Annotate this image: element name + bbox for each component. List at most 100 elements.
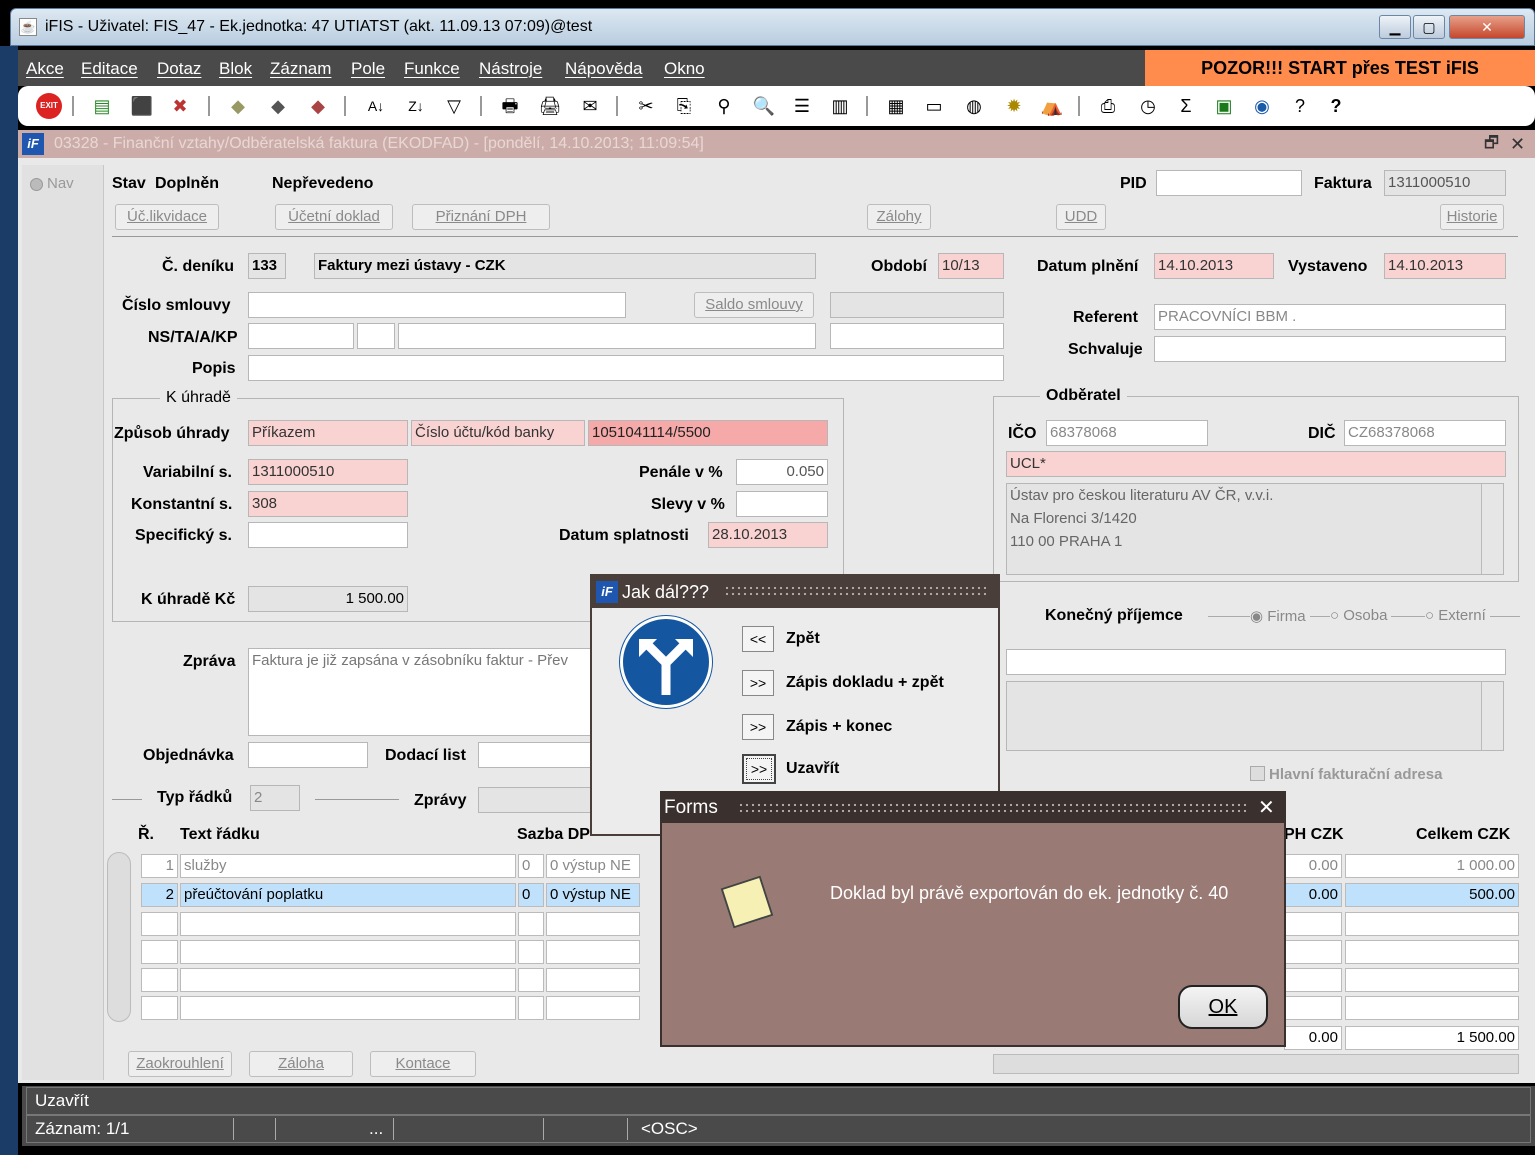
internet-icon[interactable]: ◉ (1250, 94, 1274, 118)
cislo-smlouvy-input[interactable] (248, 292, 626, 318)
delete-record-icon[interactable]: ✖ (168, 94, 192, 118)
zpravy-input[interactable] (478, 787, 592, 813)
kontace-button[interactable]: Kontace (370, 1051, 476, 1077)
close-button[interactable]: ✕ (1449, 15, 1525, 39)
menu-akce[interactable]: Akce (26, 59, 64, 79)
konstantni-input[interactable]: 308 (248, 491, 408, 517)
settings-icon[interactable]: ✹ (1002, 94, 1026, 118)
help-topic-icon[interactable]: ? (1288, 94, 1312, 118)
popis-input[interactable] (248, 355, 1004, 381)
ico-input[interactable]: 68378068 (1046, 420, 1208, 446)
document-icon[interactable]: ▭ (922, 94, 946, 118)
sum-icon[interactable]: Σ (1174, 94, 1198, 118)
zaokrouhleni-button[interactable]: Zaokrouhlení (128, 1051, 232, 1077)
cut-icon[interactable]: ✂ (634, 94, 658, 118)
historie-button[interactable]: Historie (1440, 204, 1504, 230)
zpet-option[interactable]: << Zpět (742, 626, 982, 656)
columns-icon[interactable]: ▥ (828, 94, 852, 118)
zapis-konec-option[interactable]: >> Zápis + konec (742, 714, 982, 744)
building-icon[interactable]: ▦ (884, 94, 908, 118)
restore-icon[interactable]: 🗗 (1484, 130, 1499, 158)
find-icon[interactable]: ⚲ (712, 94, 736, 118)
row-sazba[interactable]: 0 (518, 883, 544, 907)
query-cancel-icon[interactable]: ◆ (306, 94, 330, 118)
insert-record-icon[interactable]: ▤ (90, 94, 114, 118)
menu-okno[interactable]: Okno (664, 59, 705, 79)
obdobi-input[interactable]: 10/13 (938, 253, 1004, 279)
nav-radio-icon[interactable] (30, 178, 43, 191)
ns-extra-input[interactable] (830, 323, 1004, 349)
menu-nastroje[interactable]: Nástroje (479, 59, 542, 79)
menu-zaznam[interactable]: Záznam (270, 59, 331, 79)
exit-icon[interactable]: EXIT (36, 93, 62, 119)
hlavni-checkbox[interactable] (1250, 766, 1265, 781)
zapis-konec-button[interactable]: >> (742, 714, 774, 740)
form-close-icon[interactable]: ✕ (1510, 130, 1525, 158)
menu-pole[interactable]: Pole (351, 59, 385, 79)
uc-likvidace-button[interactable]: Úč.likvidace (115, 204, 219, 230)
firma-radio[interactable]: ◉ Firma (1250, 607, 1310, 625)
pid-input[interactable] (1156, 170, 1302, 196)
ta-input[interactable] (357, 323, 395, 349)
row-vystup[interactable]: 0 výstup NE (546, 883, 640, 907)
forms-close-icon[interactable]: ✕ (1258, 793, 1275, 823)
vystaveno-input[interactable]: 14.10.2013 (1384, 253, 1506, 279)
zprava-textarea[interactable]: Faktura je již zapsána v zásobníku faktu… (248, 648, 592, 736)
calculator-icon[interactable]: ◷ (1136, 94, 1160, 118)
query-execute-icon[interactable]: ◆ (266, 94, 290, 118)
datum-plneni-input[interactable]: 14.10.2013 (1154, 253, 1274, 279)
prijemce-scrollbar[interactable] (1481, 682, 1503, 750)
attach-icon[interactable]: ⎙ (1096, 94, 1120, 118)
sort-desc-icon[interactable]: Z↓ (404, 94, 428, 118)
maximize-button[interactable]: ▢ (1413, 15, 1445, 39)
menu-editace[interactable]: Editace (81, 59, 138, 79)
variabilni-input[interactable]: 1311000510 (248, 459, 408, 485)
ucetni-doklad-button[interactable]: Účetní doklad (275, 204, 393, 230)
adresa-scrollbar[interactable] (1481, 484, 1503, 574)
ns-input[interactable] (248, 323, 354, 349)
dic-input[interactable]: CZ68378068 (1344, 420, 1506, 446)
mail-icon[interactable]: ✉ (578, 94, 602, 118)
menu-blok[interactable]: Blok (219, 59, 252, 79)
c-deniku-input[interactable]: 133 (248, 253, 286, 279)
udd-button[interactable]: UDD (1056, 204, 1106, 230)
dodaci-list-input[interactable] (478, 742, 592, 768)
typ-radku-select[interactable]: 2 (250, 785, 300, 811)
splatnost-input[interactable]: 28.10.2013 (708, 522, 828, 548)
row-vystup[interactable]: 0 výstup NE (546, 854, 640, 878)
externi-radio[interactable]: ○ Externí (1425, 607, 1490, 624)
query-enter-icon[interactable]: ◆ (226, 94, 250, 118)
list-icon[interactable]: ☰ (790, 94, 814, 118)
zpusob-uhrady-input[interactable]: Příkazem (248, 420, 408, 446)
referent-input[interactable]: PRACOVNÍCI BBM . (1154, 304, 1506, 330)
minimize-button[interactable]: ▁ (1379, 15, 1411, 39)
copy-icon[interactable]: ⎘ (672, 94, 696, 118)
odberatel-kod-input[interactable]: UCL* (1006, 451, 1506, 477)
filter-icon[interactable]: ▽ (442, 94, 466, 118)
row-sazba[interactable]: 0 (518, 854, 544, 878)
save-icon[interactable]: ⬛ (130, 94, 154, 118)
penale-input[interactable]: 0.050 (736, 459, 828, 485)
uzavrit-option[interactable]: >> Uzavřít (742, 754, 982, 786)
zaloha-button[interactable]: Záloha (249, 1051, 353, 1077)
menu-funkce[interactable]: Funkce (404, 59, 460, 79)
zalohy-button[interactable]: Zálohy (867, 204, 931, 230)
zapis-dokladu-zpet-button[interactable]: >> (742, 670, 774, 696)
objednavka-input[interactable] (248, 742, 368, 768)
prijemce-input[interactable] (1006, 649, 1506, 675)
table-h-scrollbar[interactable] (993, 1054, 1519, 1074)
zapis-dokladu-zpet-option[interactable]: >> Zápis dokladu + zpět (742, 670, 992, 700)
specificky-input[interactable] (248, 522, 408, 548)
globe-icon[interactable]: ◍ (962, 94, 986, 118)
zpet-button[interactable]: << (742, 626, 774, 652)
excel-icon[interactable]: ▣ (1212, 94, 1236, 118)
saldo-smlouvy-button[interactable]: Saldo smlouvy (694, 292, 814, 318)
sort-asc-icon[interactable]: A↓ (364, 94, 388, 118)
zoom-icon[interactable]: 🔍 (752, 94, 776, 118)
print-icon[interactable]: 🖶 (498, 94, 522, 118)
row-text[interactable]: přeúčtování poplatku (180, 883, 516, 907)
faktura-input[interactable]: 1311000510 (1384, 170, 1506, 196)
ok-button[interactable]: OK (1178, 985, 1268, 1029)
row-text[interactable]: služby (180, 854, 516, 878)
menu-dotaz[interactable]: Dotaz (157, 59, 201, 79)
